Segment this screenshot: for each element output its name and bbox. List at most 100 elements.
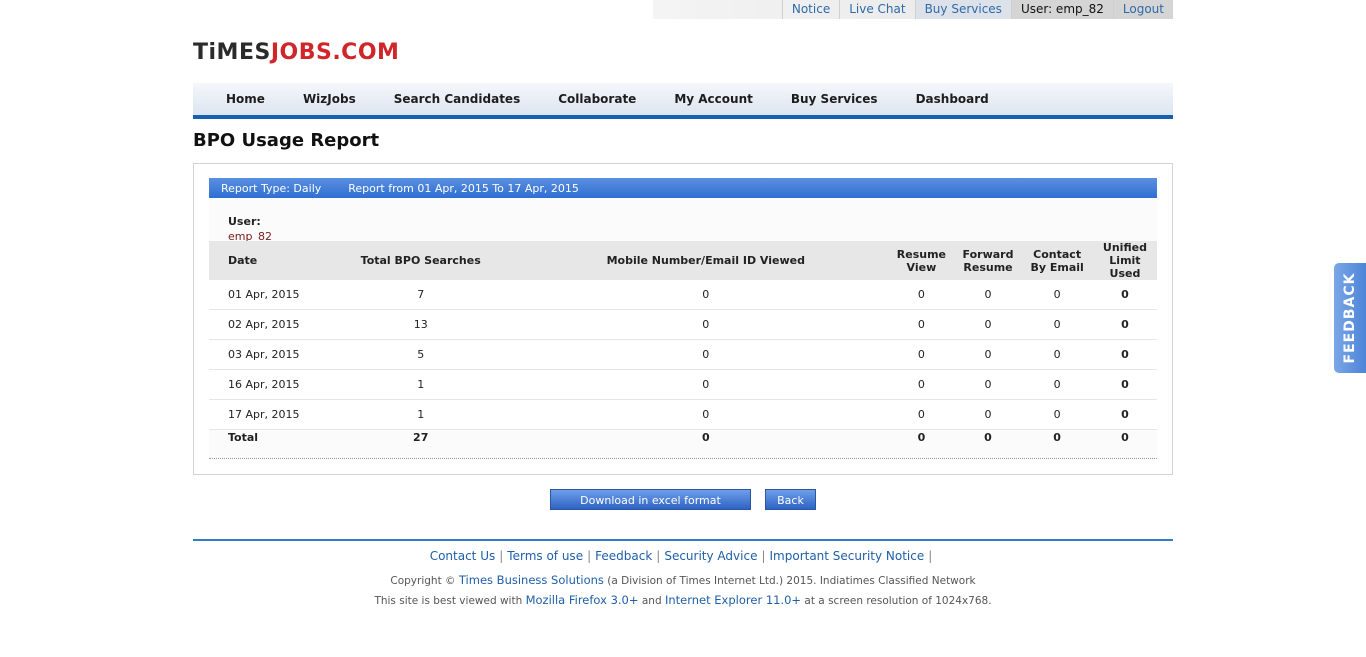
footer-separator: | bbox=[587, 549, 592, 563]
cell-date: 03 Apr, 2015 bbox=[209, 339, 319, 370]
col-mobile-email-viewed: Mobile Number/Email ID Viewed bbox=[523, 241, 889, 280]
table-row: 01 Apr, 2015 7 0 0 0 0 0 bbox=[209, 280, 1157, 310]
best-viewed-suffix: at a screen resolution of 1024x768. bbox=[804, 595, 992, 607]
nav-home[interactable]: Home bbox=[226, 92, 265, 106]
cell-unified-limit: 0 bbox=[1092, 399, 1157, 430]
live-chat-link[interactable]: Live Chat bbox=[839, 0, 914, 19]
col-date: Date bbox=[209, 241, 319, 280]
cell-forward-resume: 0 bbox=[954, 339, 1022, 370]
cell-mobile-email: 0 bbox=[523, 369, 889, 400]
report-user-label: User: bbox=[228, 215, 261, 228]
cell-bpo-searches: 1 bbox=[318, 369, 524, 400]
back-button[interactable]: Back bbox=[765, 489, 816, 510]
col-forward-resume: Forward Resume bbox=[954, 241, 1022, 280]
cell-resume-view: 0 bbox=[888, 369, 955, 400]
cell-resume-view: 0 bbox=[888, 309, 955, 340]
top-utility-bar: Notice Live Chat Buy Services User: emp_… bbox=[653, 0, 1173, 19]
footer-terms[interactable]: Terms of use bbox=[507, 549, 583, 563]
cell-unified-limit: 0 bbox=[1092, 369, 1157, 400]
notice-link[interactable]: Notice bbox=[781, 0, 839, 19]
nav-search-candidates[interactable]: Search Candidates bbox=[394, 92, 521, 106]
report-panel: Report Type: Daily Report from 01 Apr, 2… bbox=[193, 163, 1173, 475]
timesjobs-logo[interactable]: TiMESJOBS.COM bbox=[193, 40, 399, 65]
footer-links: Contact Us | Terms of use | Feedback | Securit… bbox=[0, 549, 1366, 563]
footer-contact-us[interactable]: Contact Us bbox=[430, 549, 496, 563]
cell-contact-email: 0 bbox=[1021, 399, 1093, 430]
col-contact-by-email: Contact By Email bbox=[1021, 241, 1093, 280]
nav-collaborate[interactable]: Collaborate bbox=[558, 92, 636, 106]
page-title: BPO Usage Report bbox=[193, 130, 380, 151]
feedback-tab-label: FEEDBACK bbox=[1342, 272, 1358, 364]
table-row: 03 Apr, 2015 5 0 0 0 0 0 bbox=[209, 339, 1157, 370]
copyright-line: Copyright © Times Business Solutions (a … bbox=[0, 573, 1366, 587]
cell-mobile-email: 0 bbox=[523, 309, 889, 340]
company-link[interactable]: Times Business Solutions bbox=[459, 573, 604, 587]
download-excel-button[interactable]: Download in excel format bbox=[550, 489, 751, 510]
cell-date: 17 Apr, 2015 bbox=[209, 399, 319, 430]
best-viewed-and: and bbox=[641, 595, 662, 607]
nav-buy-services[interactable]: Buy Services bbox=[791, 92, 878, 106]
cell-date: 02 Apr, 2015 bbox=[209, 309, 319, 340]
ie-link[interactable]: Internet Explorer 11.0+ bbox=[665, 593, 801, 607]
report-range: Report from 01 Apr, 2015 To 17 Apr, 2015 bbox=[348, 181, 579, 195]
footer-divider bbox=[193, 539, 1173, 541]
copyright-prefix: Copyright © bbox=[390, 575, 456, 587]
cell-contact-email: 0 bbox=[1021, 309, 1093, 340]
cell-bpo-searches: 5 bbox=[318, 339, 524, 370]
footer-separator: | bbox=[928, 549, 933, 563]
best-viewed-line: This site is best viewed with Mozilla Fi… bbox=[0, 593, 1366, 607]
feedback-tab[interactable]: FEEDBACK bbox=[1334, 263, 1366, 373]
cell-contact-email: 0 bbox=[1021, 369, 1093, 400]
cell-mobile-email: 0 bbox=[523, 280, 889, 310]
footer-security-advice[interactable]: Security Advice bbox=[664, 549, 757, 563]
current-user-label: User: emp_82 bbox=[1010, 0, 1113, 19]
nav-dashboard[interactable]: Dashboard bbox=[916, 92, 989, 106]
logo-jobs-text: JOBS.COM bbox=[270, 40, 400, 65]
cell-bpo-searches: 13 bbox=[318, 309, 524, 340]
footer-separator: | bbox=[656, 549, 661, 563]
footer-separator: | bbox=[761, 549, 766, 563]
cell-mobile-email: 0 bbox=[523, 399, 889, 430]
total-unified-limit: 0 bbox=[1121, 430, 1129, 444]
total-contact-email: 0 bbox=[1053, 430, 1061, 444]
cell-mobile-email: 0 bbox=[523, 339, 889, 370]
nav-wizjobs[interactable]: WizJobs bbox=[303, 92, 356, 106]
logout-link[interactable]: Logout bbox=[1112, 0, 1173, 19]
table-row: 17 Apr, 2015 1 0 0 0 0 0 bbox=[209, 399, 1157, 430]
cell-forward-resume: 0 bbox=[954, 280, 1022, 310]
report-container: Report Type: Daily Report from 01 Apr, 2… bbox=[209, 178, 1157, 459]
report-header-bar: Report Type: Daily Report from 01 Apr, 2… bbox=[209, 178, 1157, 198]
total-bpo-searches: 27 bbox=[413, 430, 429, 444]
firefox-link[interactable]: Mozilla Firefox 3.0+ bbox=[526, 593, 639, 607]
table-total-row: Total 27 0 0 0 0 0 bbox=[209, 430, 1157, 445]
cell-unified-limit: 0 bbox=[1092, 280, 1157, 310]
col-resume-view: Resume View bbox=[888, 241, 955, 280]
logo-times-text: TiMES bbox=[193, 40, 271, 65]
cell-resume-view: 0 bbox=[888, 399, 955, 430]
table-row: 02 Apr, 2015 13 0 0 0 0 0 bbox=[209, 309, 1157, 340]
total-resume-view: 0 bbox=[917, 430, 926, 444]
cell-resume-view: 0 bbox=[888, 280, 955, 310]
footer-separator: | bbox=[499, 549, 504, 563]
cell-contact-email: 0 bbox=[1021, 339, 1093, 370]
total-label: Total bbox=[228, 430, 259, 444]
footer-security-notice[interactable]: Important Security Notice bbox=[770, 549, 925, 563]
cell-forward-resume: 0 bbox=[954, 309, 1022, 340]
cell-unified-limit: 0 bbox=[1092, 309, 1157, 340]
nav-my-account[interactable]: My Account bbox=[674, 92, 753, 106]
cell-unified-limit: 0 bbox=[1092, 339, 1157, 370]
buy-services-top-link[interactable]: Buy Services bbox=[914, 0, 1011, 19]
cell-date: 01 Apr, 2015 bbox=[209, 280, 319, 310]
cell-bpo-searches: 7 bbox=[318, 280, 524, 310]
table-header-row: Date Total BPO Searches Mobile Number/Em… bbox=[209, 241, 1157, 280]
cell-resume-view: 0 bbox=[888, 339, 955, 370]
copyright-suffix: (a Division of Times Internet Ltd.) 2015… bbox=[607, 575, 976, 587]
report-type: Report Type: Daily bbox=[221, 181, 322, 195]
total-forward-resume: 0 bbox=[984, 430, 992, 444]
cell-forward-resume: 0 bbox=[954, 399, 1022, 430]
footer-feedback[interactable]: Feedback bbox=[595, 549, 652, 563]
bpo-usage-table: Date Total BPO Searches Mobile Number/Em… bbox=[209, 241, 1157, 444]
best-viewed-prefix: This site is best viewed with bbox=[374, 595, 523, 607]
main-nav: Home WizJobs Search Candidates Collabora… bbox=[193, 83, 1173, 119]
